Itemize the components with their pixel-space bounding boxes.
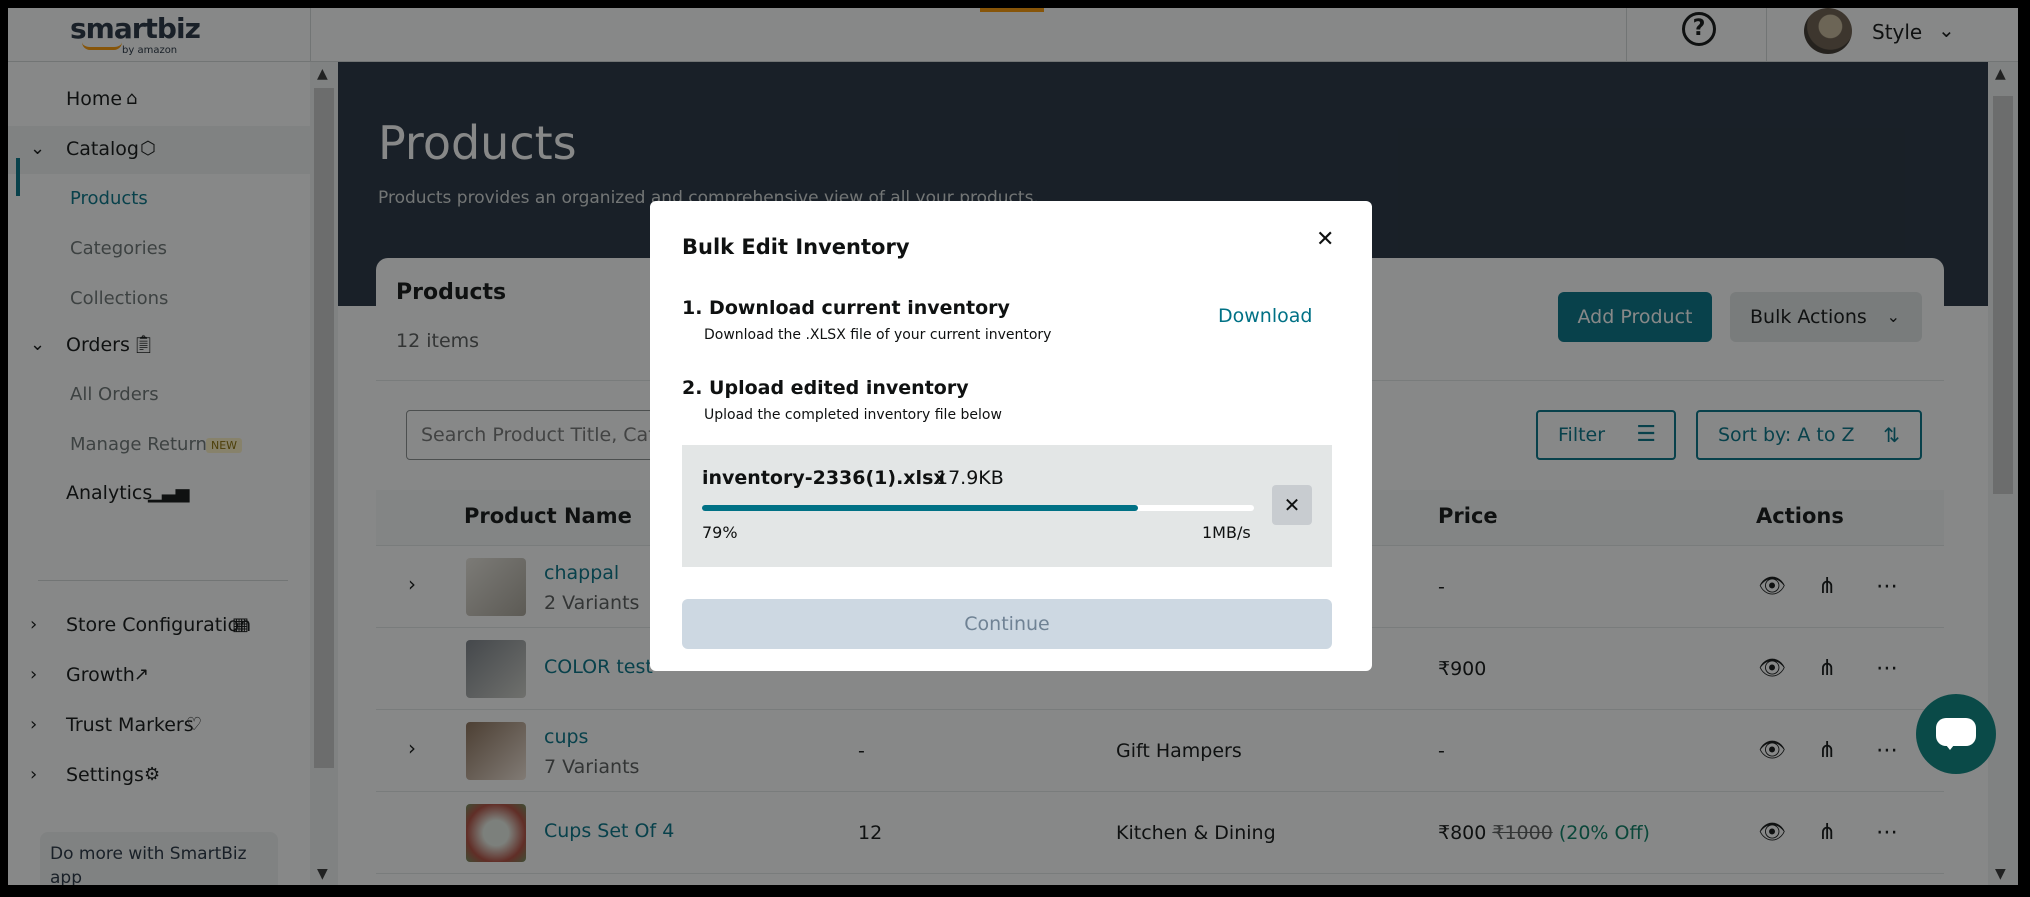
close-icon[interactable]: ✕	[1316, 227, 1334, 252]
progress-bar	[702, 505, 1254, 511]
progress-fill	[702, 505, 1139, 511]
file-size: 17.9KB	[936, 467, 1004, 489]
chat-button[interactable]	[1916, 694, 1996, 774]
upload-speed: 1MB/s	[1202, 523, 1251, 542]
step-upload-title: 2. Upload edited inventory	[682, 377, 969, 399]
dialog-title: Bulk Edit Inventory	[682, 235, 910, 259]
download-link[interactable]: Download	[1218, 305, 1312, 327]
app-window: smartbiz by amazon ? Style ⌄ Home ⌂ ⌄ Ca…	[8, 8, 2018, 885]
step-upload-description: Upload the completed inventory file belo…	[704, 407, 1002, 423]
step-download-description: Download the .XLSX file of your current …	[704, 327, 1052, 343]
progress-percent: 79%	[702, 523, 738, 542]
continue-button[interactable]: Continue	[682, 599, 1332, 649]
file-name: inventory-2336(1).xlsx	[702, 467, 946, 489]
cancel-upload-button[interactable]: ✕	[1272, 485, 1312, 525]
bulk-edit-dialog: Bulk Edit Inventory ✕ 1. Download curren…	[650, 201, 1372, 671]
step-download-title: 1. Download current inventory	[682, 297, 1010, 319]
upload-progress-panel: inventory-2336(1).xlsx 17.9KB 79% 1MB/s …	[682, 445, 1332, 567]
